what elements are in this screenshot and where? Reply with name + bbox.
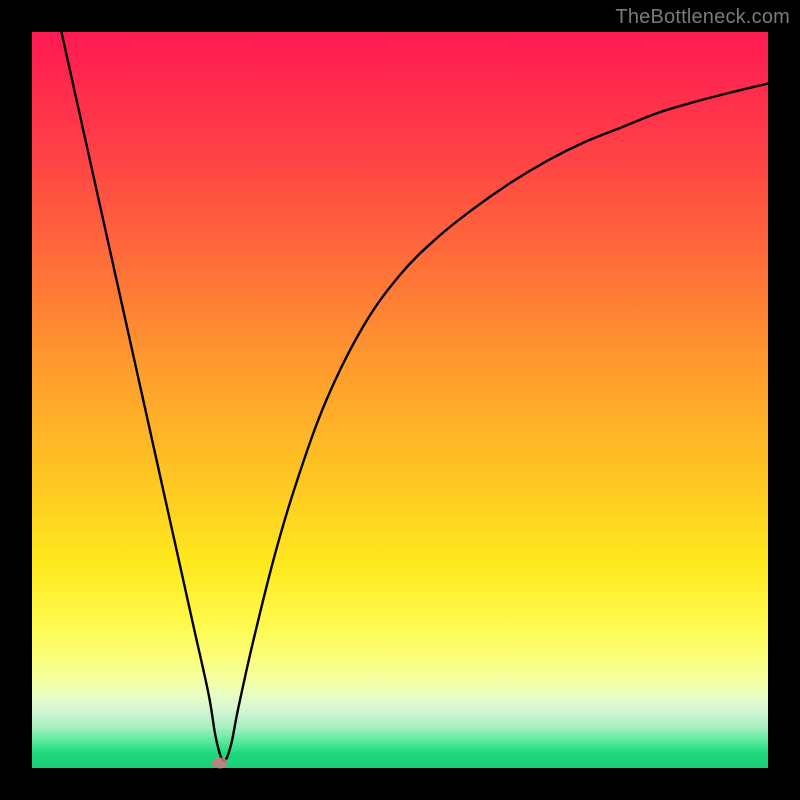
bottleneck-curve-path <box>61 32 768 761</box>
watermark-text: TheBottleneck.com <box>615 6 790 29</box>
chart-frame: TheBottleneck.com <box>0 0 800 800</box>
minimum-marker <box>212 757 228 768</box>
plot-area <box>32 32 768 768</box>
curve-svg <box>32 32 768 768</box>
